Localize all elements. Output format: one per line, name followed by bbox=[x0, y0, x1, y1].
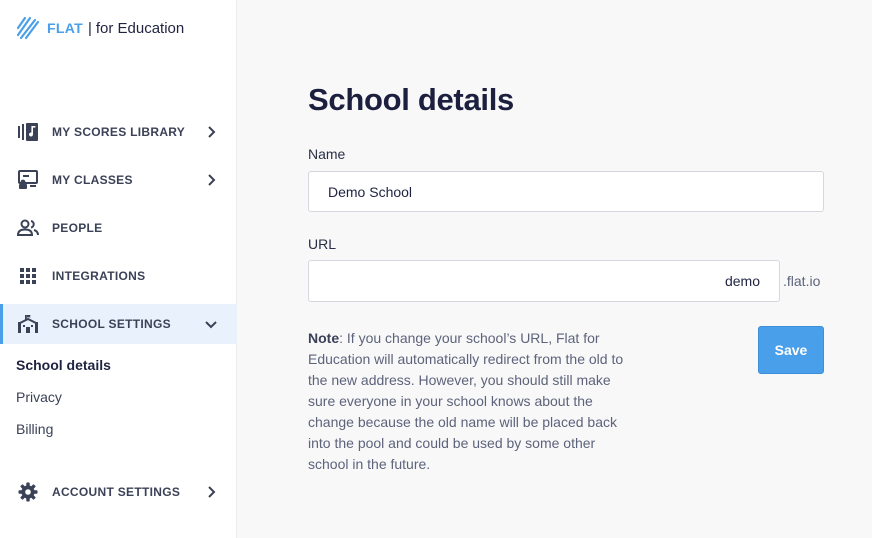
sidebar-item-my-classes[interactable]: MY CLASSES bbox=[0, 160, 237, 200]
sidebar-item-school-settings[interactable]: SCHOOL SETTINGS bbox=[0, 304, 237, 344]
brand-name: FLAT bbox=[47, 20, 83, 36]
sidebar-item-label: MY CLASSES bbox=[52, 173, 133, 187]
chevron-right-icon bbox=[208, 174, 216, 186]
url-label: URL bbox=[308, 236, 337, 252]
sidebar-subitem-school-details[interactable]: School details bbox=[16, 357, 111, 373]
sidebar-item-label: MY SCORES LIBRARY bbox=[52, 125, 186, 139]
school-url-input[interactable] bbox=[308, 260, 780, 302]
sidebar-item-label: SCHOOL SETTINGS bbox=[52, 317, 171, 331]
flat-logo-icon bbox=[16, 16, 40, 40]
music-library-icon bbox=[16, 122, 40, 142]
sidebar-item-people[interactable]: PEOPLE bbox=[0, 208, 237, 248]
brand-product: for Education bbox=[95, 19, 185, 37]
url-change-note: Note: If you change your school’s URL, F… bbox=[308, 328, 638, 475]
sidebar-item-label: ACCOUNT SETTINGS bbox=[52, 485, 181, 499]
people-icon bbox=[16, 218, 40, 238]
school-icon bbox=[16, 314, 40, 334]
sidebar-subitem-billing[interactable]: Billing bbox=[16, 421, 53, 437]
page-title: School details bbox=[308, 82, 514, 117]
brand-logo[interactable]: FLAT | for Education bbox=[16, 16, 184, 40]
brand-separator: | bbox=[87, 19, 92, 37]
sidebar-item-label: PEOPLE bbox=[52, 221, 103, 235]
sidebar-subitem-privacy[interactable]: Privacy bbox=[16, 389, 62, 405]
chevron-down-icon bbox=[205, 321, 217, 329]
grid-icon bbox=[16, 266, 40, 286]
save-button[interactable]: Save bbox=[758, 326, 824, 374]
note-title: Note bbox=[308, 330, 340, 346]
note-text: : If you change your school’s URL, Flat … bbox=[308, 330, 624, 472]
school-name-input[interactable] bbox=[308, 171, 824, 212]
name-label: Name bbox=[308, 146, 346, 162]
sidebar-item-integrations[interactable]: INTEGRATIONS bbox=[0, 256, 237, 296]
chevron-right-icon bbox=[208, 486, 216, 498]
sidebar-item-account-settings[interactable]: ACCOUNT SETTINGS bbox=[0, 472, 237, 512]
main-content: School details Name URL .flat.io Note: I… bbox=[237, 0, 872, 538]
classroom-icon bbox=[16, 170, 40, 190]
url-suffix: .flat.io bbox=[783, 273, 821, 289]
sidebar-item-label: INTEGRATIONS bbox=[52, 269, 146, 283]
sidebar: FLAT | for Education MY SCORES LIBRARY M… bbox=[0, 0, 237, 538]
gear-icon bbox=[16, 482, 40, 502]
chevron-right-icon bbox=[208, 126, 216, 138]
sidebar-item-my-scores-library[interactable]: MY SCORES LIBRARY bbox=[0, 112, 237, 152]
